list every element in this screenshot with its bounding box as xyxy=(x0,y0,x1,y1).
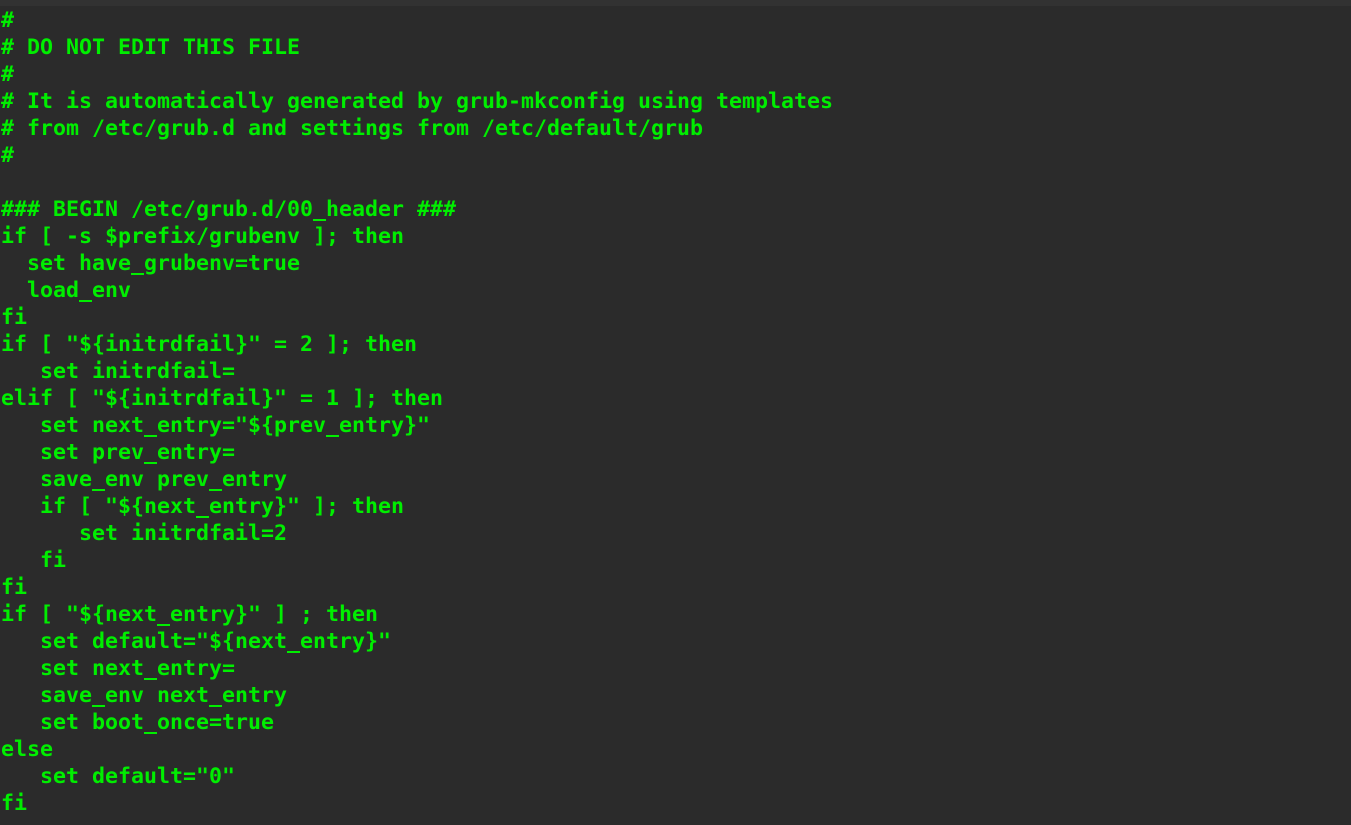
editor-line[interactable]: set initrdfail= xyxy=(1,358,1351,385)
editor-line[interactable]: fi xyxy=(1,304,1351,331)
editor-line[interactable]: fi xyxy=(1,574,1351,601)
editor-line[interactable]: save_env prev_entry xyxy=(1,466,1351,493)
editor-line[interactable]: set have_grubenv=true xyxy=(1,250,1351,277)
text-editor[interactable]: # # DO NOT EDIT THIS FILE # # It is auto… xyxy=(1,7,1351,825)
editor-line[interactable]: # xyxy=(1,7,1351,34)
editor-line[interactable]: set boot_once=true xyxy=(1,709,1351,736)
editor-line[interactable]: set prev_entry= xyxy=(1,439,1351,466)
editor-line[interactable]: save_env next_entry xyxy=(1,682,1351,709)
editor-line[interactable]: fi xyxy=(1,790,1351,817)
editor-line[interactable]: else xyxy=(1,736,1351,763)
editor-line[interactable]: # xyxy=(1,61,1351,88)
editor-line[interactable]: # from /etc/grub.d and settings from /et… xyxy=(1,115,1351,142)
window-top-bar xyxy=(0,0,1351,6)
editor-line[interactable]: # DO NOT EDIT THIS FILE xyxy=(1,34,1351,61)
editor-line[interactable]: # xyxy=(1,142,1351,169)
editor-line[interactable]: set default="${next_entry}" xyxy=(1,628,1351,655)
editor-line[interactable]: set default="0" xyxy=(1,763,1351,790)
editor-line[interactable]: elif [ "${initrdfail}" = 1 ]; then xyxy=(1,385,1351,412)
editor-line[interactable]: if [ "${next_entry}" ]; then xyxy=(1,493,1351,520)
editor-line[interactable]: # It is automatically generated by grub-… xyxy=(1,88,1351,115)
editor-line[interactable]: if [ "${initrdfail}" = 2 ]; then xyxy=(1,331,1351,358)
editor-line[interactable]: set next_entry="${prev_entry}" xyxy=(1,412,1351,439)
editor-line[interactable]: if [ -s $prefix/grubenv ]; then xyxy=(1,223,1351,250)
editor-line[interactable]: ### BEGIN /etc/grub.d/00_header ### xyxy=(1,196,1351,223)
editor-line[interactable]: fi xyxy=(1,547,1351,574)
editor-line[interactable]: load_env xyxy=(1,277,1351,304)
editor-line[interactable]: if [ "${next_entry}" ] ; then xyxy=(1,601,1351,628)
editor-line[interactable]: set initrdfail=2 xyxy=(1,520,1351,547)
editor-line[interactable]: set next_entry= xyxy=(1,655,1351,682)
editor-line[interactable] xyxy=(1,169,1351,196)
